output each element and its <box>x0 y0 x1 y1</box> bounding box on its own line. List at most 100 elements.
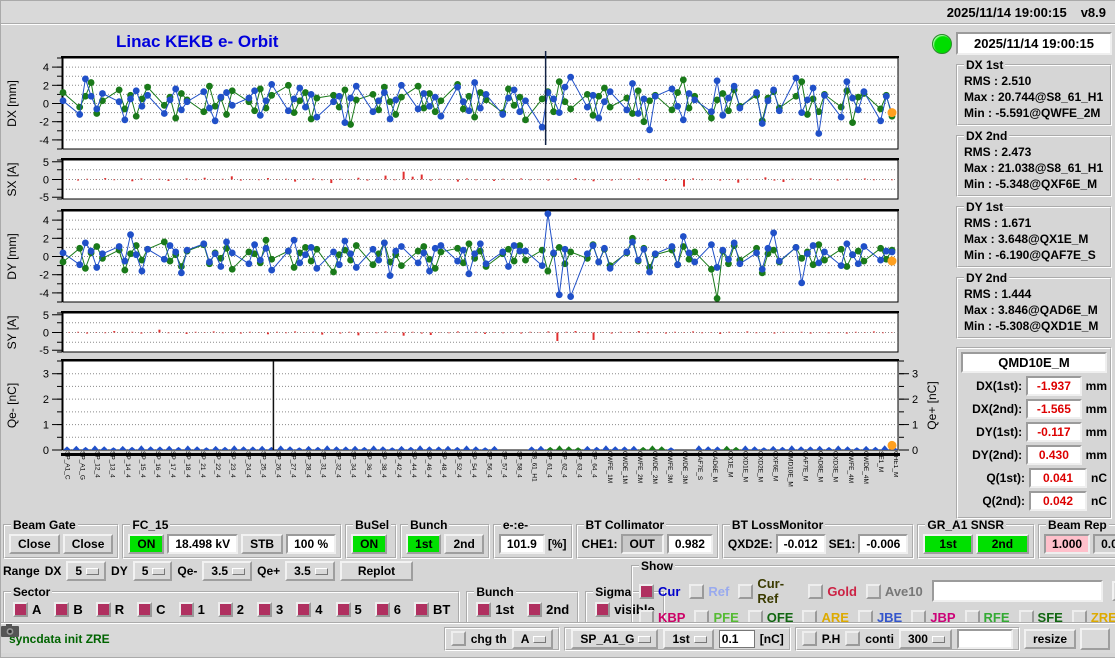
show-cur-ref-label: Cur-Ref <box>757 576 799 606</box>
bpm-label: QWFE_1M <box>605 451 612 515</box>
bunch-2nd-button[interactable]: 2nd <box>444 534 483 554</box>
busel-on-button[interactable]: ON <box>351 534 387 554</box>
show-ref[interactable]: Ref <box>689 584 729 599</box>
bunch-sel-1st[interactable]: 1st <box>476 602 514 617</box>
bunch-sel-2nd[interactable]: 2nd <box>527 602 569 617</box>
sector-a-checkbox[interactable] <box>13 602 28 617</box>
sector-2-checkbox[interactable] <box>218 602 233 617</box>
bpm-label: QWDE_1M <box>620 451 627 515</box>
count-input[interactable] <box>957 629 1013 649</box>
sp-dropdown[interactable]: SP_A1_G <box>571 629 658 649</box>
bunch-dropdown[interactable]: 1st <box>663 629 713 649</box>
sector-bt-checkbox[interactable] <box>414 602 429 617</box>
sector-2[interactable]: 2 <box>218 602 244 617</box>
svg-text:3: 3 <box>43 369 49 381</box>
range-qep-dropdown[interactable]: 3.5 <box>285 561 335 581</box>
sector-r[interactable]: R <box>96 602 124 617</box>
stats-dx-1st: DX 1st RMS : 2.510 Max : 20.744@S8_61_H1… <box>956 58 1112 126</box>
show-cur-ref[interactable]: Cur-Ref <box>738 576 799 606</box>
show-ave10[interactable]: Ave10 <box>866 584 923 599</box>
sigma-visible-checkbox[interactable] <box>595 602 610 617</box>
show-gold[interactable]: Gold <box>808 584 857 599</box>
bpm-label: SP_52_4 <box>455 451 462 515</box>
show-cur-ref-checkbox[interactable] <box>738 584 753 599</box>
fc15-stb-button[interactable]: STB <box>241 534 283 554</box>
chg-th-label: chg th <box>471 632 507 646</box>
range-row: Range DX 5 DY 5 Qe- 3.5 Qe+ 3.5 Replot <box>3 559 629 583</box>
sector-4-checkbox[interactable] <box>296 602 311 617</box>
ref-name-input[interactable] <box>932 580 1103 602</box>
chg-th-dropdown[interactable]: A <box>512 629 554 649</box>
bpm-label: QMD10E_M <box>786 451 793 515</box>
threshold-input[interactable] <box>719 630 755 648</box>
show-ref-checkbox[interactable] <box>689 584 704 599</box>
bunch-1st-button[interactable]: 1st <box>406 534 441 554</box>
sector-r-checkbox[interactable] <box>96 602 111 617</box>
sector-legend: Sector <box>11 585 52 599</box>
sector-group: Sector ABRC123456 BT <box>3 585 460 624</box>
sector-b[interactable]: B <box>54 602 82 617</box>
sector-3-checkbox[interactable] <box>257 602 272 617</box>
bunch-sel-1st-label: 1st <box>495 602 514 617</box>
set-ref-button[interactable]: Set Ref <box>1112 581 1115 601</box>
che1-out-button[interactable]: OUT <box>621 534 664 554</box>
svg-text:0: 0 <box>43 445 49 457</box>
gr-1st-button[interactable]: 1st <box>923 534 972 554</box>
bpm-label: SP_14_4 <box>123 451 130 515</box>
svg-text:4: 4 <box>43 215 49 227</box>
sector-b-checkbox[interactable] <box>54 602 69 617</box>
sector-3[interactable]: 3 <box>257 602 283 617</box>
stat-rms: RMS : 1.671 <box>962 215 1106 231</box>
sidebar: 2025/11/14 19:00:15 DX 1st RMS : 2.510 M… <box>948 27 1114 518</box>
gr-2nd-button[interactable]: 2nd <box>976 534 1029 554</box>
bunch-sel-2nd-checkbox[interactable] <box>527 602 542 617</box>
sector-c-checkbox[interactable] <box>137 602 152 617</box>
bpm-label: SP_27_4 <box>289 451 296 515</box>
sector-5[interactable]: 5 <box>336 602 362 617</box>
svg-text:1: 1 <box>43 420 49 432</box>
chg-th-checkbox[interactable] <box>451 631 466 646</box>
bpm-label: QWFE_3M <box>666 451 673 515</box>
bpm-label: SP_63_4 <box>575 451 582 515</box>
fc15-on-button[interactable]: ON <box>128 534 164 554</box>
monitor-unit: mm <box>1086 379 1107 393</box>
interval-dropdown[interactable]: 300 <box>899 629 952 649</box>
sector-6[interactable]: 6 <box>375 602 401 617</box>
sector-4[interactable]: 4 <box>296 602 322 617</box>
stat-max: Max : 20.744@S8_61_H1 <box>962 89 1106 105</box>
range-label: Range <box>3 564 40 578</box>
screenshot-button[interactable] <box>1080 628 1110 650</box>
bpm-label: QAD8E_M <box>816 451 823 515</box>
monitor-label: DY(2nd): <box>961 448 1022 462</box>
bpm-label: SP_64_4 <box>590 451 597 515</box>
svg-text:-5: -5 <box>39 192 49 204</box>
sector-5-checkbox[interactable] <box>336 602 351 617</box>
svg-text:0: 0 <box>43 99 49 111</box>
range-qem-dropdown[interactable]: 3.5 <box>202 561 252 581</box>
sector-6-checkbox[interactable] <box>375 602 390 617</box>
sector-1-checkbox[interactable] <box>179 602 194 617</box>
show-cur[interactable]: Cur <box>639 584 680 599</box>
show-ave10-checkbox[interactable] <box>866 584 881 599</box>
bunch-sel-1st-checkbox[interactable] <box>476 602 491 617</box>
beam-gate-close-button-2[interactable]: Close <box>63 534 114 554</box>
svg-text:-5: -5 <box>39 345 49 357</box>
plot-area: Linac KEKB e- Orbit 420-2-4DX [mm]50-5SX… <box>1 27 946 518</box>
range-dx-dropdown[interactable]: 5 <box>66 561 106 581</box>
show-cur-checkbox[interactable] <box>639 584 654 599</box>
conti-checkbox[interactable] <box>845 631 860 646</box>
ph-checkbox[interactable] <box>802 631 817 646</box>
sector-c[interactable]: C <box>137 602 165 617</box>
range-dy-dropdown[interactable]: 5 <box>133 561 173 581</box>
conti-label: conti <box>865 632 894 646</box>
beam-gate-close-button-1[interactable]: Close <box>9 534 60 554</box>
bt-collimator-legend: BT Collimator <box>584 518 667 532</box>
show-gold-checkbox[interactable] <box>808 584 823 599</box>
resize-button[interactable]: resize <box>1024 629 1076 649</box>
sector-1[interactable]: 1 <box>179 602 205 617</box>
sector-bt[interactable]: BT <box>414 602 450 617</box>
monitor-unit: mm <box>1086 448 1107 462</box>
sector-a[interactable]: A <box>13 602 41 617</box>
replot-button[interactable]: Replot <box>340 561 413 581</box>
monitor-row: Q(1st): 0.041 nC <box>961 468 1107 488</box>
